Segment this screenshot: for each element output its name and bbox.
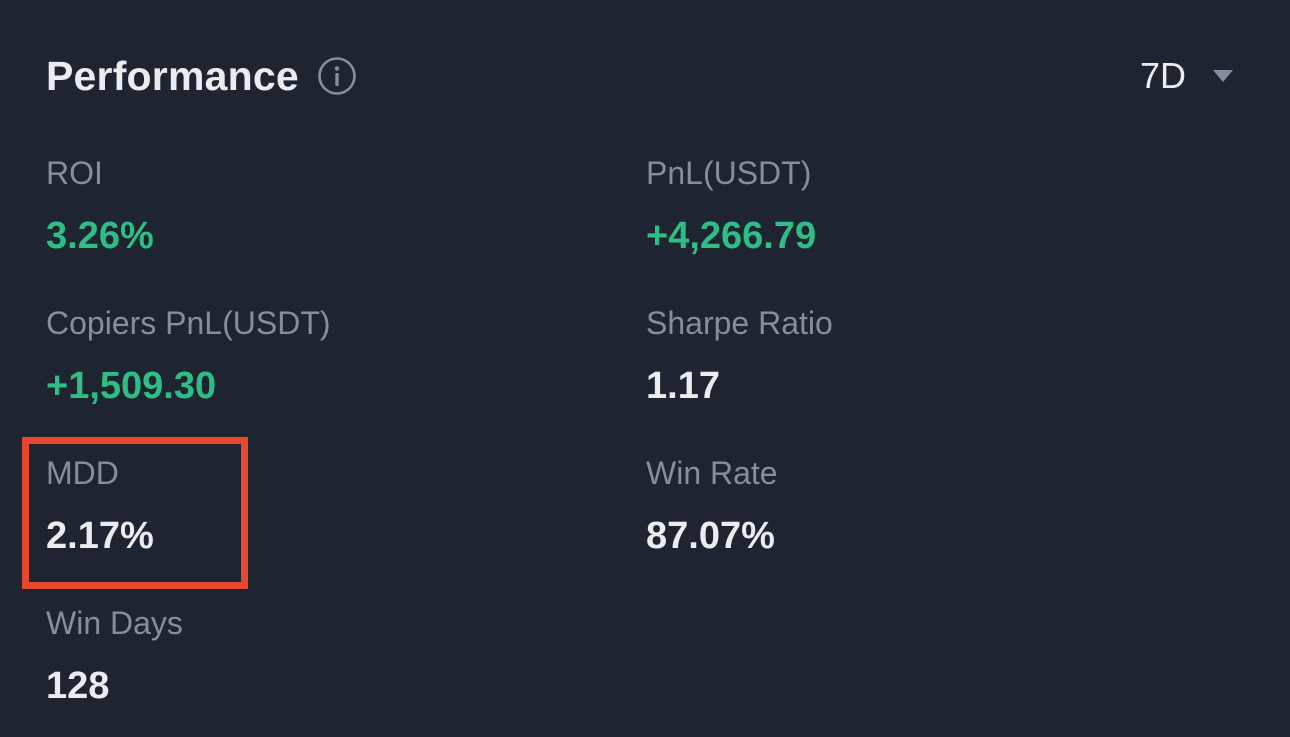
info-icon[interactable] [317, 56, 357, 96]
sharpe-ratio-value: 1.17 [646, 365, 720, 407]
pnl-value: +4,266.79 [646, 215, 817, 257]
pnl-label: PnL(USDT) [646, 155, 812, 191]
win-days-label: Win Days [46, 605, 183, 641]
win-rate-value: 87.07% [646, 515, 775, 557]
page-title: Performance [46, 52, 299, 99]
period-label: 7D [1139, 55, 1186, 96]
mdd-label: MDD [46, 455, 119, 491]
win-rate-label: Win Rate [646, 455, 778, 491]
performance-header: Performance [46, 48, 357, 104]
chevron-down-icon [1212, 69, 1234, 83]
win-days-value: 128 [46, 665, 110, 707]
mdd-value: 2.17% [46, 515, 154, 557]
roi-value: 3.26% [46, 215, 154, 257]
sharpe-ratio-label: Sharpe Ratio [646, 305, 833, 341]
copiers-pnl-label: Copiers PnL(USDT) [46, 305, 331, 341]
roi-label: ROI [46, 155, 103, 191]
period-selector[interactable]: 7D [1140, 48, 1234, 104]
copiers-pnl-value: +1,509.30 [46, 365, 217, 407]
